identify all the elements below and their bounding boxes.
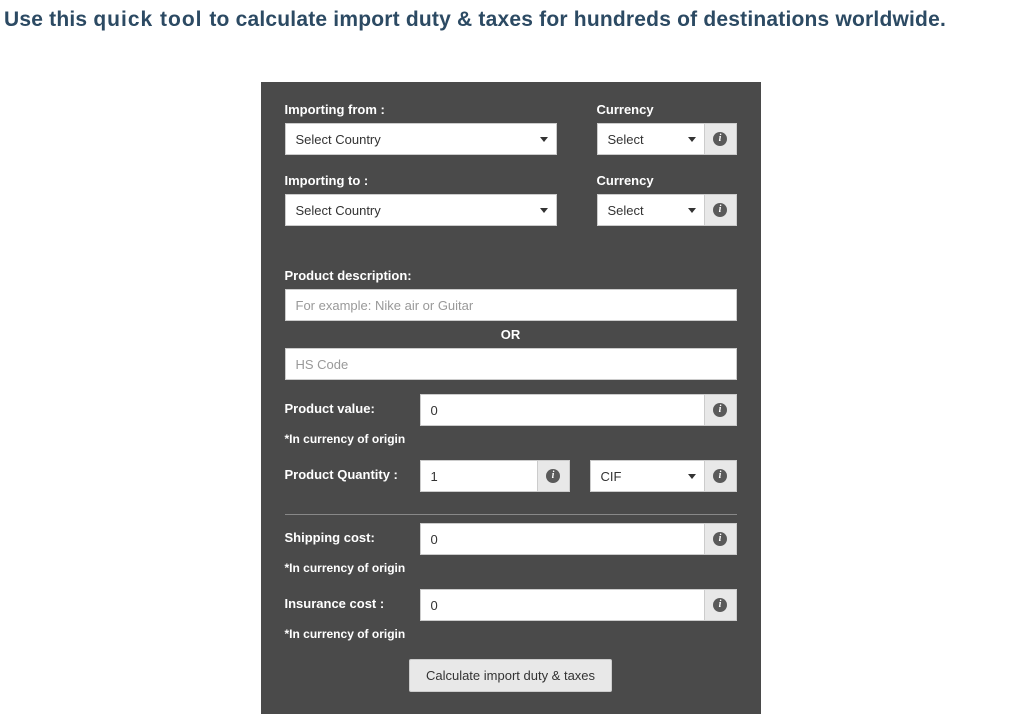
info-button-product-qty[interactable]: i bbox=[538, 460, 570, 492]
info-icon: i bbox=[713, 403, 727, 417]
chevron-down-icon bbox=[688, 137, 696, 142]
row-product-qty: Product Quantity : i CIF i bbox=[285, 460, 737, 492]
select-value: Select bbox=[608, 203, 644, 218]
col-importing-from: Importing from : Select Country bbox=[285, 102, 557, 155]
select-importing-from[interactable]: Select Country bbox=[285, 123, 557, 155]
label-product-description: Product description: bbox=[285, 268, 737, 283]
chevron-down-icon bbox=[688, 208, 696, 213]
select-currency-to[interactable]: Select bbox=[597, 194, 705, 226]
note-product-value: *In currency of origin bbox=[285, 432, 737, 446]
label-product-qty: Product Quantity : bbox=[285, 467, 400, 482]
row-product-value: Product value: i bbox=[285, 394, 737, 426]
info-button-insurance[interactable]: i bbox=[705, 589, 737, 621]
chevron-down-icon bbox=[540, 137, 548, 142]
info-button-product-value[interactable]: i bbox=[705, 394, 737, 426]
select-value: Select Country bbox=[296, 203, 381, 218]
select-currency-from[interactable]: Select bbox=[597, 123, 705, 155]
select-terms[interactable]: CIF bbox=[590, 460, 705, 492]
note-shipping: *In currency of origin bbox=[285, 561, 737, 575]
label-importing-to: Importing to : bbox=[285, 173, 557, 188]
title-pre: Use this bbox=[4, 8, 93, 31]
row-shipping: Shipping cost: i bbox=[285, 523, 737, 555]
calculator-panel: Importing from : Select Country Currency… bbox=[261, 82, 761, 714]
select-value: Select bbox=[608, 132, 644, 147]
info-icon: i bbox=[546, 469, 560, 483]
info-button-shipping[interactable]: i bbox=[705, 523, 737, 555]
shipping-cost-input[interactable] bbox=[420, 523, 705, 555]
row-importing-from: Importing from : Select Country Currency… bbox=[285, 102, 737, 155]
info-icon: i bbox=[713, 132, 727, 146]
col-currency-from: Currency Select i bbox=[597, 102, 737, 155]
col-importing-to: Importing to : Select Country bbox=[285, 173, 557, 226]
label-currency-from: Currency bbox=[597, 102, 737, 117]
page-title: Use this quick tool to calculate import … bbox=[0, 0, 1021, 32]
select-value: CIF bbox=[601, 469, 622, 484]
title-post: to calculate import duty & taxes for hun… bbox=[209, 8, 946, 31]
insurance-cost-input[interactable] bbox=[420, 589, 705, 621]
title-emph: quick tool bbox=[93, 8, 209, 31]
info-icon: i bbox=[713, 469, 727, 483]
row-importing-to: Importing to : Select Country Currency S… bbox=[285, 173, 737, 226]
note-insurance: *In currency of origin bbox=[285, 627, 737, 641]
info-button-terms[interactable]: i bbox=[705, 460, 737, 492]
row-insurance: Insurance cost : i bbox=[285, 589, 737, 621]
label-shipping: Shipping cost: bbox=[285, 530, 400, 545]
select-importing-to[interactable]: Select Country bbox=[285, 194, 557, 226]
chevron-down-icon bbox=[688, 474, 696, 479]
col-currency-to: Currency Select i bbox=[597, 173, 737, 226]
or-divider: OR bbox=[285, 327, 737, 342]
info-icon: i bbox=[713, 598, 727, 612]
product-qty-input[interactable] bbox=[420, 460, 538, 492]
divider bbox=[285, 514, 737, 515]
select-value: Select Country bbox=[296, 132, 381, 147]
label-importing-from: Importing from : bbox=[285, 102, 557, 117]
label-currency-to: Currency bbox=[597, 173, 737, 188]
info-icon: i bbox=[713, 532, 727, 546]
chevron-down-icon bbox=[540, 208, 548, 213]
label-insurance: Insurance cost : bbox=[285, 596, 400, 611]
label-product-value: Product value: bbox=[285, 401, 400, 416]
info-icon: i bbox=[713, 203, 727, 217]
product-description-input[interactable] bbox=[285, 289, 737, 321]
calculate-button[interactable]: Calculate import duty & taxes bbox=[409, 659, 612, 692]
info-button-currency-from[interactable]: i bbox=[705, 123, 737, 155]
hs-code-input[interactable] bbox=[285, 348, 737, 380]
product-value-input[interactable] bbox=[420, 394, 705, 426]
info-button-currency-to[interactable]: i bbox=[705, 194, 737, 226]
